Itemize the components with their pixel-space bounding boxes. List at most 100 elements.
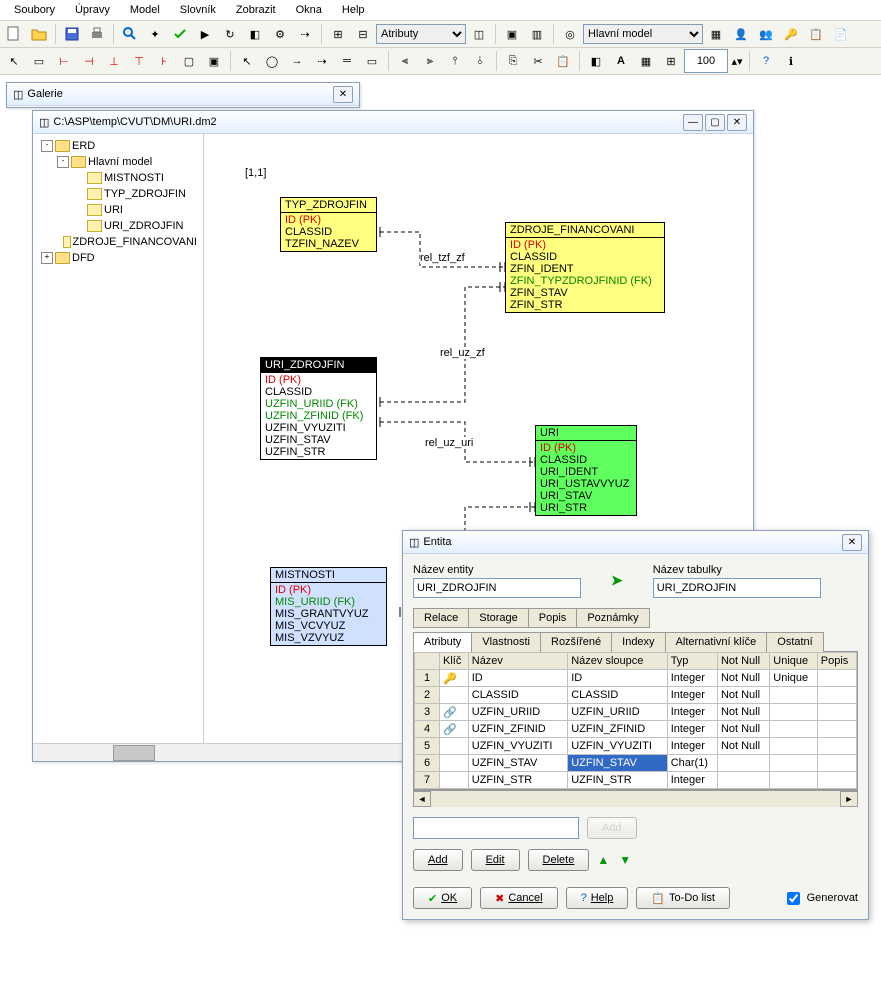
dialog-close-icon[interactable]: ✕ (842, 534, 862, 551)
entity-mistnosti[interactable]: MISTNOSTIID (PK)MIS_URIID (FK)MIS_GRANTV… (270, 567, 387, 646)
entity-uri[interactable]: URIID (PK)CLASSIDURI_IDENTURI_USTAVVYUZU… (535, 425, 637, 516)
tab-popis[interactable]: Popis (528, 608, 578, 628)
add-button[interactable]: Add (413, 849, 463, 871)
table-name-input[interactable] (653, 578, 821, 598)
table-row[interactable]: 7UZFIN_STRUZFIN_STRInteger (415, 772, 857, 789)
menu-zobrazit[interactable]: Zobrazit (226, 2, 286, 18)
role-icon[interactable]: 🔑 (779, 22, 803, 46)
rel3-icon[interactable]: ⊥ (102, 49, 126, 73)
help-icon[interactable]: ? (754, 49, 778, 73)
tab-storage[interactable]: Storage (468, 608, 529, 628)
user2-icon[interactable]: 👥 (754, 22, 778, 46)
about-icon[interactable]: ℹ (779, 49, 803, 73)
wizard-icon[interactable]: ✦ (143, 22, 167, 46)
move-up-icon[interactable]: ▲ (597, 853, 611, 867)
palette-icon[interactable]: ▦ (634, 49, 658, 73)
new-attr-input[interactable] (413, 817, 579, 839)
note-icon[interactable]: 📄 (829, 22, 853, 46)
maximize-icon[interactable]: ▢ (705, 114, 725, 131)
open-icon[interactable] (27, 22, 51, 46)
print-icon[interactable] (85, 22, 109, 46)
zoom-spinner-icon[interactable]: ▴▾ (729, 49, 745, 73)
tab-indexy[interactable]: Indexy (611, 632, 665, 652)
menu-slovnik[interactable]: Slovník (170, 2, 226, 18)
todo-button[interactable]: 📋To-Do list (636, 887, 730, 909)
copy-icon[interactable]: ⎘ (501, 49, 525, 73)
menu-help[interactable]: Help (332, 2, 375, 18)
attributes-grid[interactable]: KlíčNázevNázev sloupceTypNot NullUniqueP… (413, 651, 858, 790)
table-row[interactable]: 2CLASSIDCLASSIDIntegerNot Null (415, 687, 857, 704)
scroll-left-icon[interactable]: ◄ (413, 791, 431, 807)
user1-icon[interactable]: 👤 (729, 22, 753, 46)
rel1-icon[interactable]: ⊢ (52, 49, 76, 73)
tab-relace[interactable]: Relace (413, 608, 469, 628)
grp-icon[interactable]: ▥ (525, 22, 549, 46)
todo-icon[interactable]: 📋 (804, 22, 828, 46)
layer-tool-icon[interactable]: ▣ (202, 49, 226, 73)
tab-ostatní[interactable]: Ostatní (766, 632, 823, 652)
align4-icon[interactable]: ⫰ (468, 49, 492, 73)
pointer2-icon[interactable]: ↖ (235, 49, 259, 73)
gallery-close-icon[interactable]: ✕ (333, 86, 353, 103)
table-row[interactable]: 1🔑IDIDIntegerNot NullUnique (415, 670, 857, 687)
color-icon[interactable]: ◧ (584, 49, 608, 73)
store-icon[interactable]: ═ (335, 49, 359, 73)
layers-icon[interactable]: ▣ (500, 22, 524, 46)
menu-model[interactable]: Model (120, 2, 170, 18)
sync-arrow-icon[interactable]: ➤ (611, 572, 623, 589)
cancel-button[interactable]: ✖Cancel (480, 887, 557, 909)
entity-name-input[interactable] (413, 578, 581, 598)
tree-item[interactable]: - Hlavní model (39, 154, 197, 170)
dfd-icon[interactable]: ◯ (260, 49, 284, 73)
domain-icon[interactable]: ◎ (558, 22, 582, 46)
align1-icon[interactable]: ⫷ (393, 49, 417, 73)
tree-item[interactable]: - ERD (39, 138, 197, 154)
grid-icon[interactable]: ⊞ (659, 49, 683, 73)
gallery-icon[interactable]: ◫ (467, 22, 491, 46)
tree1-icon[interactable]: ⊞ (326, 22, 350, 46)
tab-rozšířené[interactable]: Rozšířené (540, 632, 612, 652)
move-down-icon[interactable]: ▼ (619, 853, 633, 867)
entities-icon[interactable]: ▦ (704, 22, 728, 46)
link-icon[interactable]: ⇢ (293, 22, 317, 46)
flow2-icon[interactable]: ⇢ (310, 49, 334, 73)
tree-item[interactable]: MISTNOSTI (39, 170, 197, 186)
rel2-icon[interactable]: ⊣ (77, 49, 101, 73)
entity-typ-zdrojfin[interactable]: TYP_ZDROJFINID (PK)CLASSIDTZFIN_NAZEV (280, 197, 377, 252)
tree2-icon[interactable]: ⊟ (351, 22, 375, 46)
paste-icon[interactable]: 📋 (551, 49, 575, 73)
rel4-icon[interactable]: ⊤ (127, 49, 151, 73)
delete-button[interactable]: Delete (528, 849, 590, 871)
check-icon[interactable] (168, 22, 192, 46)
search-icon[interactable] (118, 22, 142, 46)
generate-checkbox[interactable]: Generovat (783, 889, 858, 908)
zoom-input[interactable] (684, 49, 728, 73)
tree-item[interactable]: URI_ZDROJFIN (39, 218, 197, 234)
entity-zdroje-financovani[interactable]: ZDROJE_FINANCOVANIID (PK)CLASSIDZFIN_IDE… (505, 222, 665, 313)
entity-uri-zdrojfin[interactable]: URI_ZDROJFINID (PK)CLASSIDUZFIN_URIID (F… (260, 357, 377, 460)
menu-soubory[interactable]: Soubory (4, 2, 65, 18)
table-row[interactable]: 5UZFIN_VYUZITIUZFIN_VYUZITIIntegerNot Nu… (415, 738, 857, 755)
tab-vlastnosti[interactable]: Vlastnosti (471, 632, 541, 652)
tree-item[interactable]: TYP_ZDROJFIN (39, 186, 197, 202)
pointer-icon[interactable]: ↖ (2, 49, 26, 73)
report-icon[interactable]: ◧ (243, 22, 267, 46)
edit-button[interactable]: Edit (471, 849, 520, 871)
rel5-icon[interactable]: ⊦ (152, 49, 176, 73)
refresh-icon[interactable]: ↻ (218, 22, 242, 46)
note-tool-icon[interactable]: ▢ (177, 49, 201, 73)
tree-item[interactable]: ZDROJE_FINANCOVANI (39, 234, 197, 250)
gear-icon[interactable]: ⚙ (268, 22, 292, 46)
table-row[interactable]: 6UZFIN_STAVUZFIN_STAVChar(1) (415, 755, 857, 772)
table-row[interactable]: 4🔗UZFIN_ZFINIDUZFIN_ZFINIDIntegerNot Nul… (415, 721, 857, 738)
script-icon[interactable]: ▶ (193, 22, 217, 46)
term-icon[interactable]: ▭ (360, 49, 384, 73)
menu-upravy[interactable]: Úpravy (65, 2, 120, 18)
align3-icon[interactable]: ⫯ (443, 49, 467, 73)
scroll-right-icon[interactable]: ► (840, 791, 858, 807)
tree-item[interactable]: URI (39, 202, 197, 218)
tab-poznámky[interactable]: Poznámky (576, 608, 649, 628)
model-select[interactable]: Hlavní model (583, 24, 703, 44)
attribute-display-select[interactable]: Atributy (376, 24, 466, 44)
align2-icon[interactable]: ⫸ (418, 49, 442, 73)
